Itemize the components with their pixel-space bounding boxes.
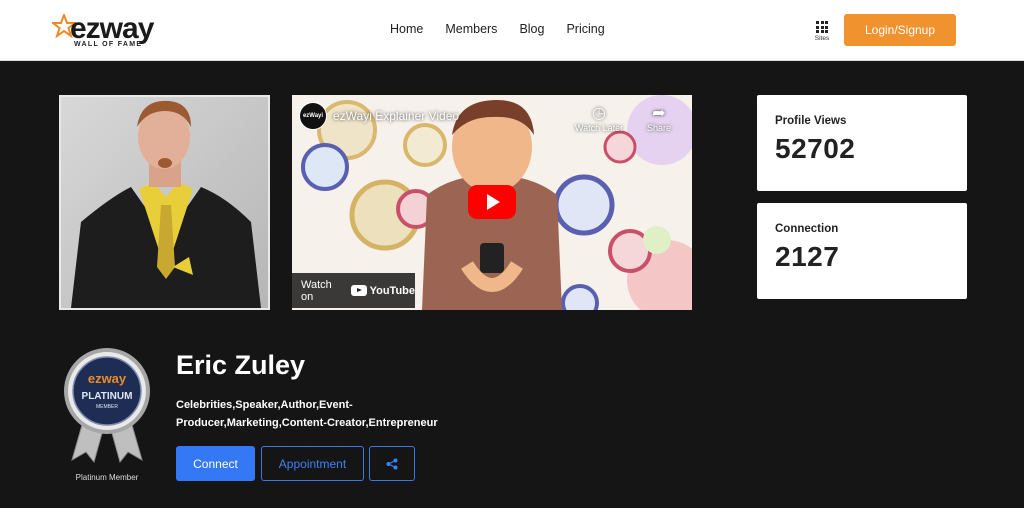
watch-on-label: Watch on <box>301 278 332 303</box>
logo-tagline: WALL OF FAME <box>74 41 143 48</box>
profile-views-card: Profile Views 52702 <box>757 95 967 191</box>
nav-home[interactable]: Home <box>390 22 423 36</box>
share-video-label: Share <box>646 123 672 133</box>
nav-blog[interactable]: Blog <box>519 22 544 36</box>
profile-name: Eric Zuley <box>176 350 306 380</box>
video-embed[interactable]: ezWayi ezWayi Explainer Video ◷ Watch La… <box>292 95 692 310</box>
badge-brand: ezway <box>88 371 127 386</box>
youtube-label: YouTube <box>369 284 415 297</box>
profile-photo-image <box>61 97 268 308</box>
video-title[interactable]: ezWayi Explainer Video <box>333 109 459 123</box>
sites-menu[interactable]: Sites <box>812 21 832 42</box>
appointment-button[interactable]: Appointment <box>261 446 364 481</box>
play-button[interactable] <box>468 185 516 219</box>
main-nav: Home Members Blog Pricing <box>390 22 605 36</box>
badge-title: PLATINUM <box>82 391 133 402</box>
clock-icon: ◷ <box>592 105 606 122</box>
profile-views-value: 52702 <box>775 133 856 164</box>
nav-pricing[interactable]: Pricing <box>566 22 604 36</box>
share-profile-button[interactable] <box>369 446 415 481</box>
profile-categories: Celebrities,Speaker,Author,Event-Produce… <box>176 399 438 429</box>
connection-card: Connection 2127 <box>757 203 967 299</box>
badge-label: Platinum Member <box>75 473 139 482</box>
share-icon <box>386 458 398 469</box>
connection-value: 2127 <box>775 241 840 272</box>
login-signup-button[interactable]: Login/Signup <box>844 14 956 46</box>
platinum-member-badge: ezway PLATINUM MEMBER <box>64 348 150 463</box>
share-arrow-icon: ➦ <box>652 105 666 122</box>
watch-later-button[interactable]: ◷ Watch Later <box>574 105 624 133</box>
profile-photo <box>59 95 270 310</box>
youtube-icon <box>350 285 367 296</box>
channel-avatar[interactable]: ezWayi <box>299 102 327 130</box>
sites-label: Sites <box>814 35 830 42</box>
top-header: ezway WALL OF FAME Home Members Blog Pri… <box>0 0 1024 61</box>
video-title-row: ezWayi ezWayi Explainer Video <box>299 102 459 130</box>
profile-views-label: Profile Views <box>775 115 847 127</box>
connect-button[interactable]: Connect <box>176 446 255 481</box>
connection-label: Connection <box>775 223 839 235</box>
badge-sub: MEMBER <box>96 404 118 410</box>
ezway-logo[interactable]: ezway WALL OF FAME <box>52 12 162 50</box>
grid-icon <box>812 21 832 33</box>
watch-on-youtube[interactable]: Watch on YouTube <box>292 273 415 308</box>
youtube-logo: YouTube <box>350 284 415 297</box>
watch-later-label: Watch Later <box>574 123 624 133</box>
share-video-button[interactable]: ➦ Share <box>634 105 684 133</box>
nav-members[interactable]: Members <box>445 22 497 36</box>
